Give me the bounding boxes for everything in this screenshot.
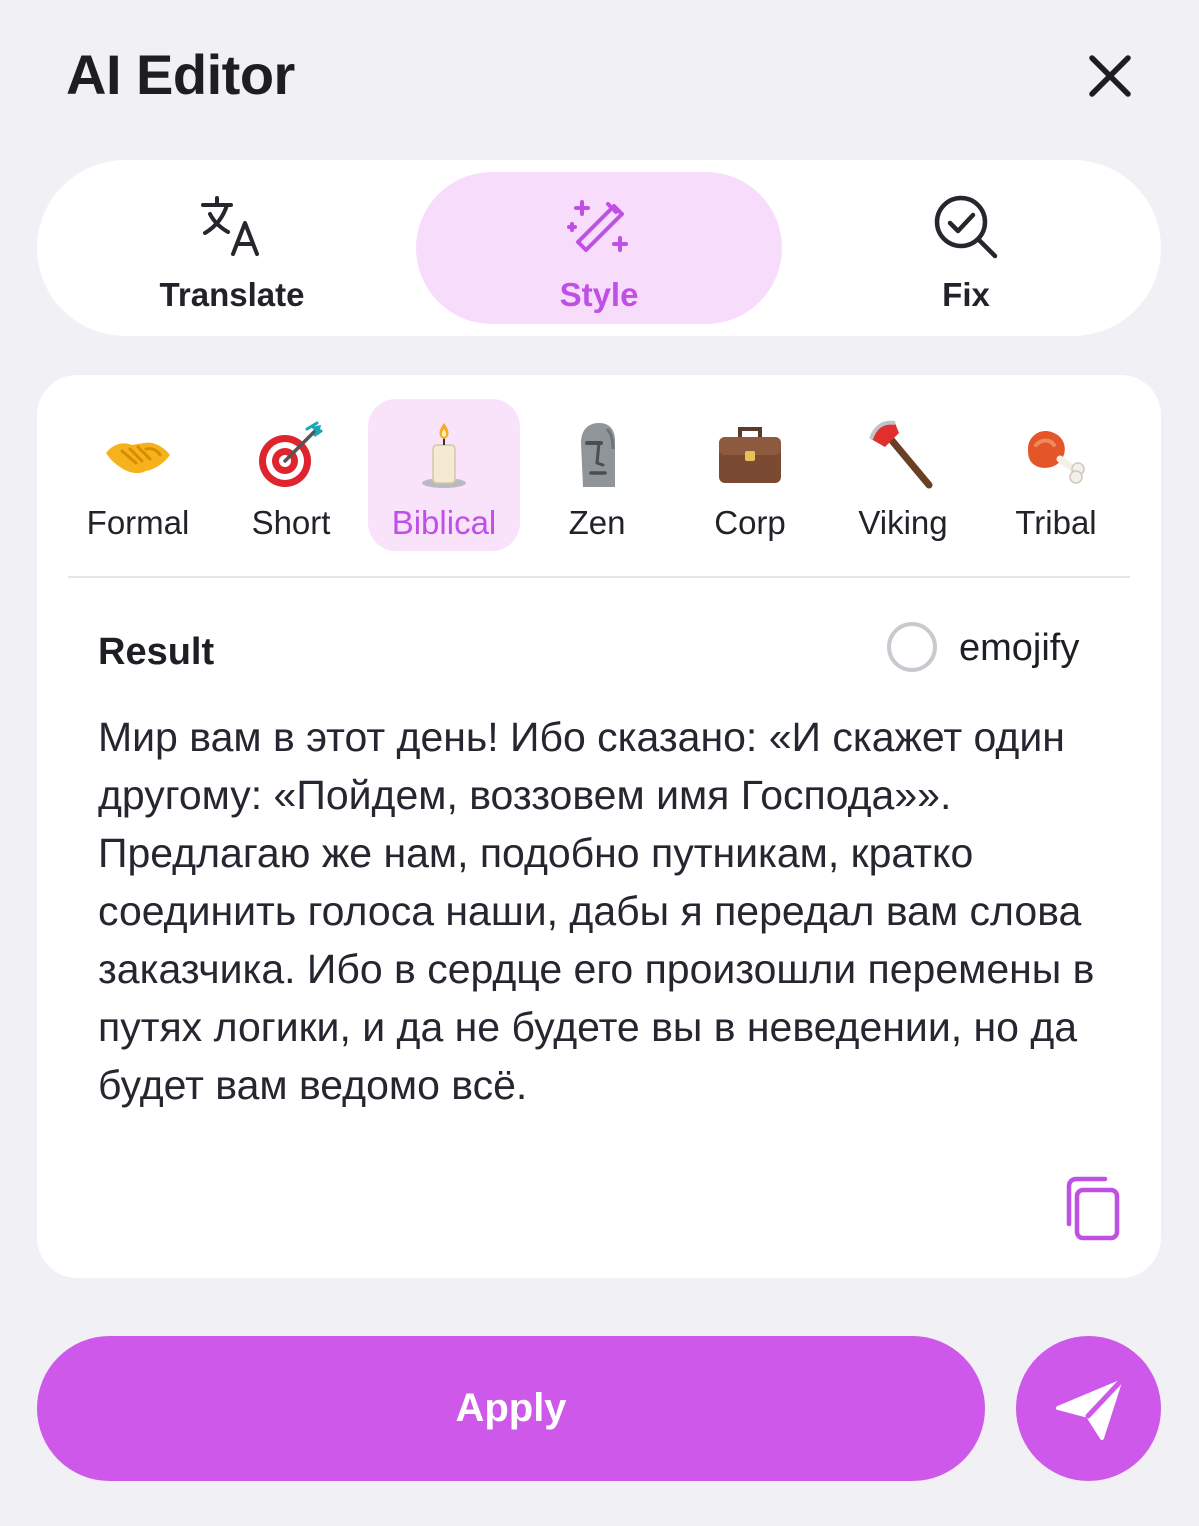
close-button[interactable] [1080,46,1140,106]
axe-emoji [869,420,933,489]
send-icon [1056,1379,1123,1440]
style-chip-viking-label: Viking [858,504,948,541]
emojify-toggle[interactable]: emojify [885,620,1105,680]
result-text: Мир вам в этот день! Ибо сказано: «И ска… [98,714,1095,1108]
briefcase-emoji [719,427,781,483]
moai-emoji [581,423,615,487]
apply-button[interactable]: Apply [37,1336,985,1481]
tab-translate-label: Translate [159,276,305,313]
style-chip-zen-label: Zen [568,504,626,541]
send-button[interactable] [1016,1336,1161,1481]
handshake-emoji [106,442,170,474]
page-title: AI Editor [66,43,295,106]
apply-label: Apply [455,1386,567,1430]
tab-style[interactable]: Style [416,172,782,324]
header: AI Editor [0,0,1199,150]
style-chip-tribal[interactable]: Tribal [980,399,1132,551]
style-chip-short-label: Short [251,504,331,541]
mode-tabs: Translate Style Fix [37,160,1161,336]
emojify-radio[interactable] [887,622,937,672]
translate-icon [201,196,259,256]
style-chip-short[interactable]: Short [215,399,367,551]
tab-translate[interactable]: Translate [49,172,415,324]
check-search-icon [934,195,998,259]
emojify-label: emojify [959,627,1080,669]
candle-emoji [422,423,466,488]
style-chip-zen[interactable]: Zen [521,399,673,551]
copy-button[interactable] [1061,1174,1127,1244]
divider [68,576,1130,578]
style-card: Formal Short Biblical Zen Corp Viking Tr… [37,375,1161,1278]
meat-on-bone-emoji [1028,430,1085,484]
style-chip-corp-label: Corp [714,504,786,541]
tab-fix[interactable]: Fix [783,172,1149,324]
tab-style-label: Style [559,276,639,313]
magic-wand-icon [567,200,628,252]
style-chip-tribal-label: Tribal [1015,504,1097,541]
direct-hit-emoji [259,421,323,487]
close-icon [1089,55,1131,97]
style-chip-corp[interactable]: Corp [674,399,826,551]
style-chip-formal-label: Formal [86,504,190,541]
style-chip-viking[interactable]: Viking [827,399,979,551]
result-heading: Result [98,631,215,673]
tab-fix-label: Fix [942,276,990,313]
style-chip-biblical[interactable]: Biblical [368,399,520,551]
style-chip-formal[interactable]: Formal [62,399,214,551]
style-chip-biblical-label: Biblical [391,504,497,541]
copy-icon [1066,1176,1120,1241]
